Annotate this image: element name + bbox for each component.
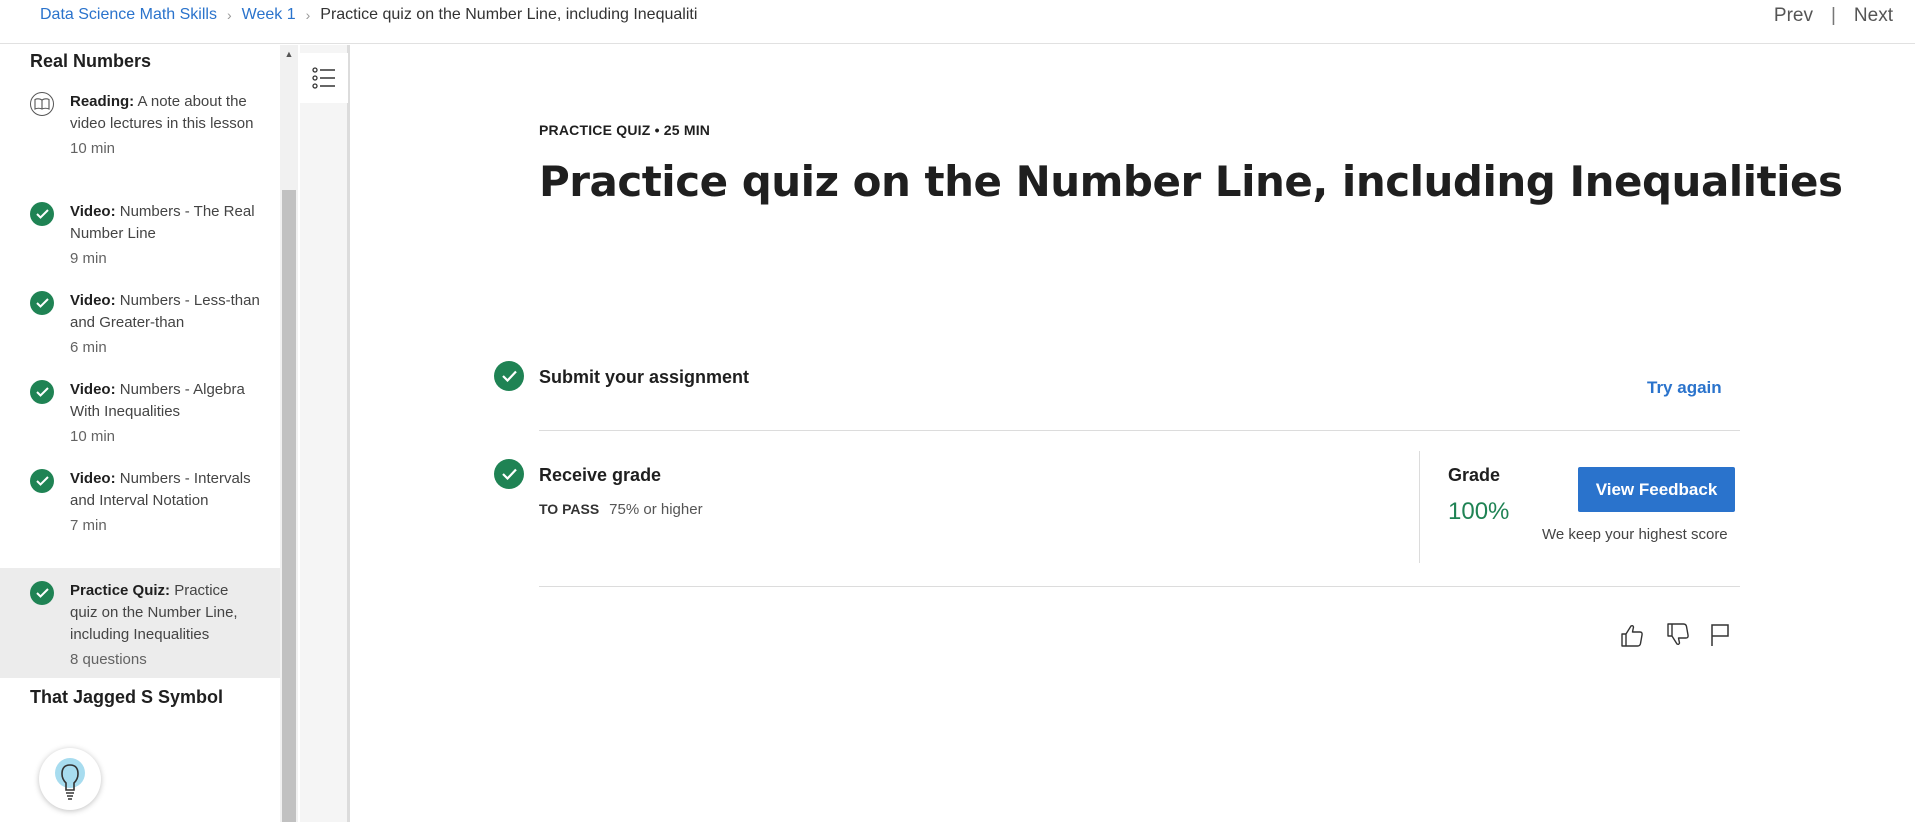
like-button[interactable] [1617, 620, 1647, 650]
sidebar-item-video-algebra-inequalities[interactable]: Video: Numbers - Algebra With Inequaliti… [0, 379, 280, 448]
chevron-right-icon: › [226, 7, 232, 23]
table-of-contents-button[interactable] [300, 53, 348, 103]
scrollbar-thumb[interactable] [282, 190, 296, 822]
breadcrumb-week-link[interactable]: Week 1 [242, 6, 296, 24]
dislike-button[interactable] [1663, 620, 1693, 650]
thumbs-down-icon [1667, 623, 1689, 646]
flag-icon [1711, 624, 1729, 646]
divider [539, 430, 1740, 431]
section-title-jagged-s: That Jagged S Symbol [30, 687, 224, 707]
sidebar-item-video-less-greater[interactable]: Video: Numbers - Less-than and Greater-t… [0, 290, 280, 359]
prev-button[interactable]: Prev [1774, 5, 1813, 27]
thumbs-up-icon [1621, 624, 1643, 647]
check-icon [30, 291, 54, 315]
to-pass-label: TO PASS [539, 501, 600, 517]
receive-grade-title: Receive grade [539, 465, 662, 485]
secondary-rail [300, 45, 350, 822]
item-duration: 10 min [70, 428, 116, 445]
submit-assignment-title: Submit your assignment [539, 367, 750, 387]
list-icon [312, 67, 335, 89]
quiz-meta: PRACTICE QUIZ • 25 MIN [539, 122, 711, 138]
lightbulb-icon [55, 758, 85, 800]
item-kind: Reading: [70, 93, 135, 110]
sidebar-item-reading[interactable]: Reading: A note about the video lectures… [0, 91, 280, 160]
main-content: PRACTICE QUIZ • 25 MIN Practice quiz on … [353, 45, 1915, 822]
chevron-right-icon: › [305, 7, 311, 23]
item-duration: 6 min [70, 339, 107, 356]
item-kind: Video: [70, 381, 116, 398]
sidebar-item-video-intervals[interactable]: Video: Numbers - Intervals and Interval … [0, 468, 280, 537]
page-title: Practice quiz on the Number Line, includ… [539, 157, 1843, 206]
section-title-real-numbers: Real Numbers [30, 51, 152, 71]
grade-label: Grade [1448, 465, 1501, 485]
view-feedback-button[interactable]: View Feedback [1578, 467, 1735, 512]
breadcrumb: Data Science Math Skills › Week 1 › Prac… [40, 6, 698, 24]
book-icon [30, 92, 54, 116]
item-kind: Video: [70, 203, 116, 220]
item-kind: Video: [70, 292, 116, 309]
report-button[interactable] [1705, 620, 1735, 650]
item-navigation: Prev | Next [1774, 5, 1893, 27]
check-icon [30, 380, 54, 404]
grade-value: 100% [1448, 498, 1510, 525]
item-kind: Video: [70, 470, 116, 487]
sidebar-scrollbar[interactable]: ▲ [280, 45, 298, 822]
check-icon [30, 202, 54, 226]
highest-score-note: We keep your highest score [1542, 526, 1728, 543]
sidebar-item-practice-quiz[interactable]: Practice Quiz: Practice quiz on the Numb… [0, 568, 280, 678]
to-pass-value: 75% or higher [609, 501, 703, 518]
to-pass-info: TO PASS 75% or higher [539, 501, 703, 518]
item-kind: Practice Quiz: [70, 582, 171, 599]
scroll-up-arrow-icon[interactable]: ▲ [280, 45, 298, 63]
lightbulb-help-button[interactable] [39, 748, 101, 810]
try-again-link[interactable]: Try again [1647, 378, 1722, 398]
breadcrumb-course-link[interactable]: Data Science Math Skills [40, 6, 217, 24]
vertical-divider [1419, 451, 1420, 563]
check-icon [30, 469, 54, 493]
sidebar-item-video-real-number-line[interactable]: Video: Numbers - The Real Number Line 9 … [0, 201, 280, 270]
item-duration: 9 min [70, 250, 107, 267]
nav-divider: | [1830, 5, 1836, 26]
receive-check-icon [494, 459, 524, 489]
submit-check-icon [494, 361, 524, 391]
breadcrumb-current: Practice quiz on the Number Line, includ… [320, 6, 699, 23]
item-duration: 10 min [70, 140, 116, 157]
next-button[interactable]: Next [1854, 5, 1893, 27]
item-duration: 8 questions [70, 651, 147, 668]
course-outline-sidebar: Real Numbers Reading: A note about the v… [0, 45, 280, 822]
top-bar: Data Science Math Skills › Week 1 › Prac… [0, 0, 1915, 44]
item-duration: 7 min [70, 517, 107, 534]
check-icon [30, 581, 54, 605]
divider [539, 586, 1740, 587]
